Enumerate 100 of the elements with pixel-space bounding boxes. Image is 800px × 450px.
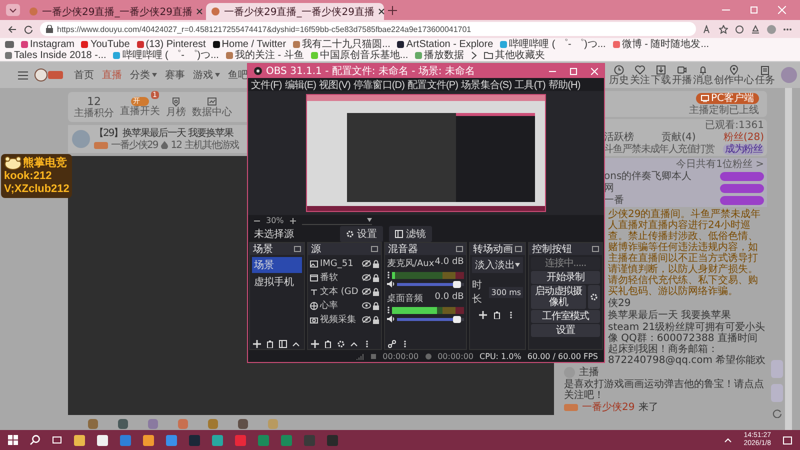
nav-link[interactable]: 分类: [130, 68, 157, 82]
lock-icon[interactable]: [372, 274, 379, 282]
app-icon[interactable]: [97, 434, 108, 446]
chevron-icon[interactable]: [471, 50, 478, 60]
header-link[interactable]: 任务: [755, 64, 775, 86]
start-icon[interactable]: [8, 435, 18, 445]
gift-icon[interactable]: [238, 419, 248, 429]
plus-icon[interactable]: [290, 218, 296, 224]
app-icon[interactable]: [143, 434, 154, 446]
search-icon[interactable]: [30, 435, 40, 445]
speaker-icon[interactable]: [386, 280, 395, 288]
source-item[interactable]: 番软: [310, 271, 379, 284]
control-button[interactable]: 开始录制: [531, 271, 600, 284]
menu-item[interactable]: 文件(F): [251, 78, 282, 92]
header-link[interactable]: 开播: [672, 64, 692, 86]
close-icon[interactable]: [196, 8, 204, 15]
trash-icon[interactable]: [324, 340, 332, 348]
bookmark-link[interactable]: 哔哩哔哩 ( ゜- ゜)つ...: [113, 50, 219, 60]
header-link[interactable]: 下载: [651, 64, 671, 86]
scene-item[interactable]: 场景: [252, 257, 302, 273]
duration-field[interactable]: 300 ms: [489, 286, 524, 298]
nav-link[interactable]: 首页: [74, 68, 94, 82]
refresh-icon[interactable]: [772, 408, 782, 418]
nav-link[interactable]: 游戏: [193, 68, 220, 82]
chevron-up-icon[interactable]: [724, 437, 732, 443]
filter-icon[interactable]: [279, 340, 287, 348]
volume-slider-thumb[interactable]: [452, 280, 461, 288]
stat-link[interactable]: 月榜: [166, 96, 186, 118]
tab-list-icon[interactable]: [6, 4, 20, 16]
browser-tab[interactable]: 一番少侠29直播_一番少侠29直播: [206, 3, 384, 20]
gift-icon[interactable]: [118, 419, 128, 429]
logo-icon[interactable]: [34, 68, 64, 82]
other-bookmarks[interactable]: 其他收藏夹: [484, 50, 546, 60]
eye-crossed-icon[interactable]: [362, 274, 371, 281]
back-icon[interactable]: [8, 24, 17, 34]
join-button[interactable]: 成为粉丝: [723, 144, 764, 155]
control-button[interactable]: 工作室模式: [531, 310, 600, 323]
bookmark-link[interactable]: 微博 - 随时随地发...: [612, 38, 710, 50]
lock-icon[interactable]: [372, 288, 379, 296]
bookmark-link[interactable]: 哔哩哔哩 ( ゜- ゜)つ...: [500, 38, 606, 50]
rank-tab[interactable]: 贡献(4): [662, 132, 696, 143]
scrollbar[interactable]: [785, 88, 792, 430]
circle-icon[interactable]: [735, 24, 744, 34]
eye-icon[interactable]: [362, 302, 371, 309]
source-item[interactable]: 视频采集: [310, 313, 379, 326]
scene-item[interactable]: 虚拟手机: [252, 274, 302, 290]
task-view-icon[interactable]: [52, 435, 62, 445]
bookmark-link[interactable]: 我有二十九只猫圆...: [293, 38, 390, 50]
more-icon[interactable]: [386, 306, 390, 314]
rank-tab[interactable]: 活跃榜: [604, 132, 634, 143]
source-item[interactable]: 心率: [310, 299, 379, 312]
nav-link[interactable]: 鱼吧: [228, 68, 248, 82]
header-link[interactable]: 创作中心: [714, 64, 754, 86]
bookmark-icon[interactable]: [5, 40, 14, 48]
control-button[interactable]: 设置: [531, 324, 600, 337]
bookmark-link[interactable]: Instagram: [21, 38, 74, 50]
float-icon[interactable]: [456, 246, 463, 252]
menu-item[interactable]: 停靠窗口(D): [353, 78, 405, 92]
address-field[interactable]: https://www.douyu.com/40424027_r=0.4581217255474417&dyshid=16f59bb-c5e83d7585fbae224a9e173600041701: [40, 22, 696, 36]
minus-icon[interactable]: [254, 218, 260, 224]
menu-item[interactable]: 工具(T): [514, 78, 546, 92]
chevron-up-icon[interactable]: [350, 340, 358, 348]
eye-crossed-icon[interactable]: [362, 260, 371, 267]
bookmark-link[interactable]: ArtStation - Explore: [397, 38, 494, 50]
settings-button[interactable]: [588, 285, 600, 309]
lock-icon[interactable]: [372, 316, 379, 324]
lock-icon[interactable]: [372, 260, 379, 268]
toolbar-button[interactable]: 设置: [340, 226, 383, 242]
header-link[interactable]: 历史: [609, 64, 629, 86]
maximize-icon[interactable]: [750, 6, 758, 14]
source-item[interactable]: 文本 (GD: [310, 285, 379, 298]
notification-icon[interactable]: [783, 436, 792, 444]
chevron-up-icon[interactable]: [292, 340, 300, 348]
more-icon[interactable]: [363, 340, 371, 348]
bookmark-link[interactable]: 中国原创音乐基地...: [310, 50, 408, 60]
star-icon[interactable]: [719, 24, 728, 34]
menu-icon[interactable]: [18, 70, 28, 80]
float-icon[interactable]: [370, 246, 378, 252]
menu-item[interactable]: 场景集合(S): [461, 78, 512, 92]
lock-icon[interactable]: [372, 302, 379, 310]
menu-item[interactable]: 帮助(H): [548, 78, 580, 92]
menu-item[interactable]: 配置文件(P): [408, 78, 458, 92]
link-icon[interactable]: [388, 340, 396, 348]
header-link[interactable]: 关注: [630, 64, 650, 86]
maximize-icon[interactable]: [570, 68, 577, 74]
favorites-icon[interactable]: [751, 24, 760, 34]
new-tab-icon[interactable]: [388, 6, 397, 14]
category-link[interactable]: 主机其他游戏: [184, 140, 238, 150]
source-item[interactable]: IMG_51: [310, 257, 379, 270]
menu-item[interactable]: 编辑(E): [284, 78, 316, 92]
trash-icon[interactable]: [493, 311, 502, 319]
bookmark-link[interactable]: Tales Inside 2018 -...: [5, 50, 106, 60]
float-icon[interactable]: [592, 246, 600, 252]
user-name[interactable]: 主播: [579, 367, 599, 378]
nav-link[interactable]: 赛事: [165, 68, 185, 82]
eye-crossed-icon[interactable]: [362, 316, 371, 323]
gear-icon[interactable]: [337, 340, 345, 348]
header-link[interactable]: 消息: [693, 64, 713, 86]
refresh-icon[interactable]: [24, 24, 33, 34]
close-icon[interactable]: [378, 8, 386, 15]
